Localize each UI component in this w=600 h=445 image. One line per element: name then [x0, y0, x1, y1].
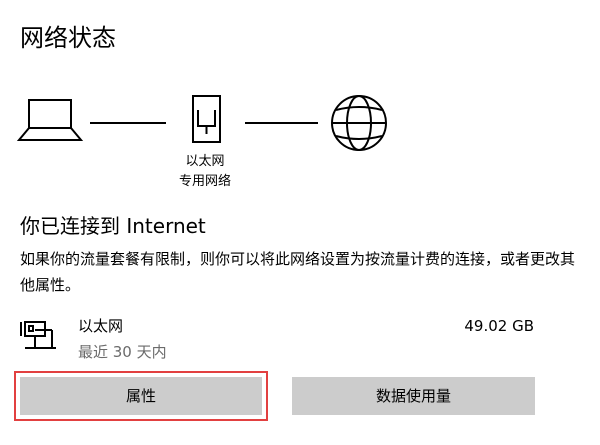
- network-adapter-icon: [192, 95, 221, 143]
- usage-period: 最近 30 天内: [78, 343, 167, 361]
- connection-status-heading: 你已连接到 Internet: [20, 214, 206, 238]
- globe-icon: [331, 95, 387, 151]
- data-usage-amount: 49.02 GB: [464, 317, 534, 335]
- ethernet-icon: [20, 321, 56, 349]
- adapter-caption: 以太网 专用网络: [150, 152, 260, 192]
- properties-button[interactable]: 属性: [20, 377, 262, 415]
- data-usage-button[interactable]: 数据使用量: [292, 377, 535, 415]
- adapter-network-type: 专用网络: [178, 174, 231, 189]
- connection-row: 以太网 最近 30 天内 49.02 GB: [20, 312, 540, 364]
- laptop-icon: [16, 99, 84, 141]
- adapter-name: 以太网: [185, 154, 225, 169]
- network-status-page: 网络状态 以太网 专用网络 你已连接到 Internet 如果你的流量套餐有限制…: [0, 0, 600, 445]
- connection-status-description: 如果你的流量套餐有限制，则你可以将此网络设置为按流量计费的连接，或者更改其他属性…: [20, 250, 576, 294]
- connection-name: 以太网: [78, 317, 124, 335]
